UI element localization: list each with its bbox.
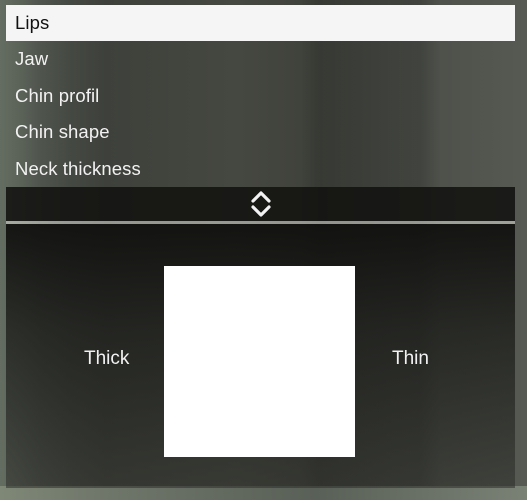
menu-item-chin-profil[interactable]: Chin profil xyxy=(6,78,515,114)
right-label: Thin xyxy=(392,348,429,369)
scroll-indicator[interactable] xyxy=(6,187,515,221)
menu-item-label: Jaw xyxy=(15,48,49,70)
menu-item-label: Chin shape xyxy=(15,121,110,143)
menu-item-label: Neck thickness xyxy=(15,157,141,179)
menu-item-chin-shape[interactable]: Chin shape xyxy=(6,114,515,150)
menu-item-lips[interactable]: Lips xyxy=(6,5,515,42)
background-strip xyxy=(0,486,527,500)
up-down-chevrons-icon xyxy=(250,191,271,217)
adjustment-grid[interactable] xyxy=(164,266,355,457)
menu-item-jaw[interactable]: Jaw xyxy=(6,41,515,77)
feature-menu: Lips Jaw Chin profil Chin shape Neck thi… xyxy=(6,5,515,187)
left-label: Thick xyxy=(84,348,130,369)
menu-item-label: Lips xyxy=(15,12,50,33)
adjustment-panel: Thick Thin xyxy=(6,224,515,488)
menu-item-label: Chin profil xyxy=(15,84,100,106)
menu-item-neck-thickness[interactable]: Neck thickness xyxy=(6,151,515,187)
